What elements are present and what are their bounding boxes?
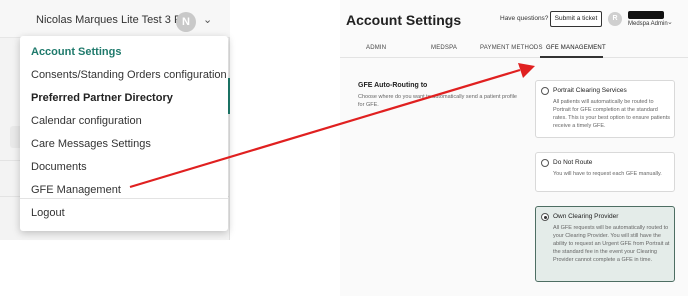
menu-item-gfe-management[interactable]: GFE Management xyxy=(31,184,121,196)
page-title: Account Settings xyxy=(346,12,462,28)
menu-item-care-messages-settings[interactable]: Care Messages Settings xyxy=(31,138,151,150)
menu-item-calendar-configuration[interactable]: Calendar configuration xyxy=(31,115,142,127)
redacted-user-name xyxy=(628,11,664,19)
radio-button[interactable] xyxy=(541,159,549,167)
menu-item-logout[interactable]: Logout xyxy=(31,207,65,219)
help-text: Have questions? xyxy=(500,15,549,22)
tab-gfe-management[interactable]: GFE MANAGEMENT xyxy=(546,45,606,51)
option-description: All GFE requests will be automatically r… xyxy=(553,225,670,263)
chevron-down-icon[interactable]: ⌄ xyxy=(667,18,673,26)
user-menu-panel: Nicolas Marques Lite Test 3 RN N ⌄ Accou… xyxy=(0,0,230,240)
user-name[interactable]: Nicolas Marques Lite Test 3 RN xyxy=(36,14,190,26)
option-description: All patients will automatically be route… xyxy=(553,99,670,129)
settings-tabs: ADMIN MEDSPA PAYMENT METHODS GFE MANAGEM… xyxy=(340,40,688,58)
top-bar: Nicolas Marques Lite Test 3 RN N ⌄ xyxy=(0,0,230,38)
tab-payment-methods[interactable]: PAYMENT METHODS xyxy=(480,45,543,51)
option-card-own-clearing-provider[interactable]: Own Clearing Provider All GFE requests w… xyxy=(535,206,675,282)
section-description: Choose where do you want to automaticall… xyxy=(358,94,517,108)
menu-item-account-settings[interactable]: Account Settings xyxy=(31,46,121,58)
option-card-do-not-route[interactable]: Do Not Route You will have to request ea… xyxy=(535,152,675,192)
user-role: Medspa Admin xyxy=(628,21,668,27)
option-description: You will have to request each GFE manual… xyxy=(553,171,662,177)
option-title: Portrait Clearing Services xyxy=(553,87,627,94)
avatar[interactable]: N xyxy=(176,12,196,32)
menu-item-consents[interactable]: Consents/Standing Orders configuration xyxy=(31,69,227,81)
menu-item-preferred-partner-directory[interactable]: Preferred Partner Directory xyxy=(31,92,173,104)
submit-ticket-button[interactable]: Submit a ticket xyxy=(550,11,602,27)
avatar[interactable]: R xyxy=(608,12,622,26)
divider xyxy=(20,198,228,199)
option-title: Own Clearing Provider xyxy=(553,213,619,220)
menu-item-documents[interactable]: Documents xyxy=(31,161,87,173)
account-settings-page: Account Settings Have questions? Submit … xyxy=(340,0,688,296)
radio-button[interactable] xyxy=(541,87,549,95)
option-title: Do Not Route xyxy=(553,159,593,166)
user-dropdown-menu: Account Settings Consents/Standing Order… xyxy=(20,36,228,231)
radio-selected-dot xyxy=(543,215,547,219)
chevron-down-icon[interactable]: ⌄ xyxy=(203,13,212,26)
section-title: GFE Auto-Routing to xyxy=(358,82,428,89)
tab-medspa[interactable]: MEDSPA xyxy=(431,45,457,51)
radio-button-selected[interactable] xyxy=(541,213,549,221)
option-card-portrait[interactable]: Portrait Clearing Services All patients … xyxy=(535,80,675,138)
tab-admin[interactable]: ADMIN xyxy=(366,45,386,51)
active-tab-indicator xyxy=(540,56,603,58)
